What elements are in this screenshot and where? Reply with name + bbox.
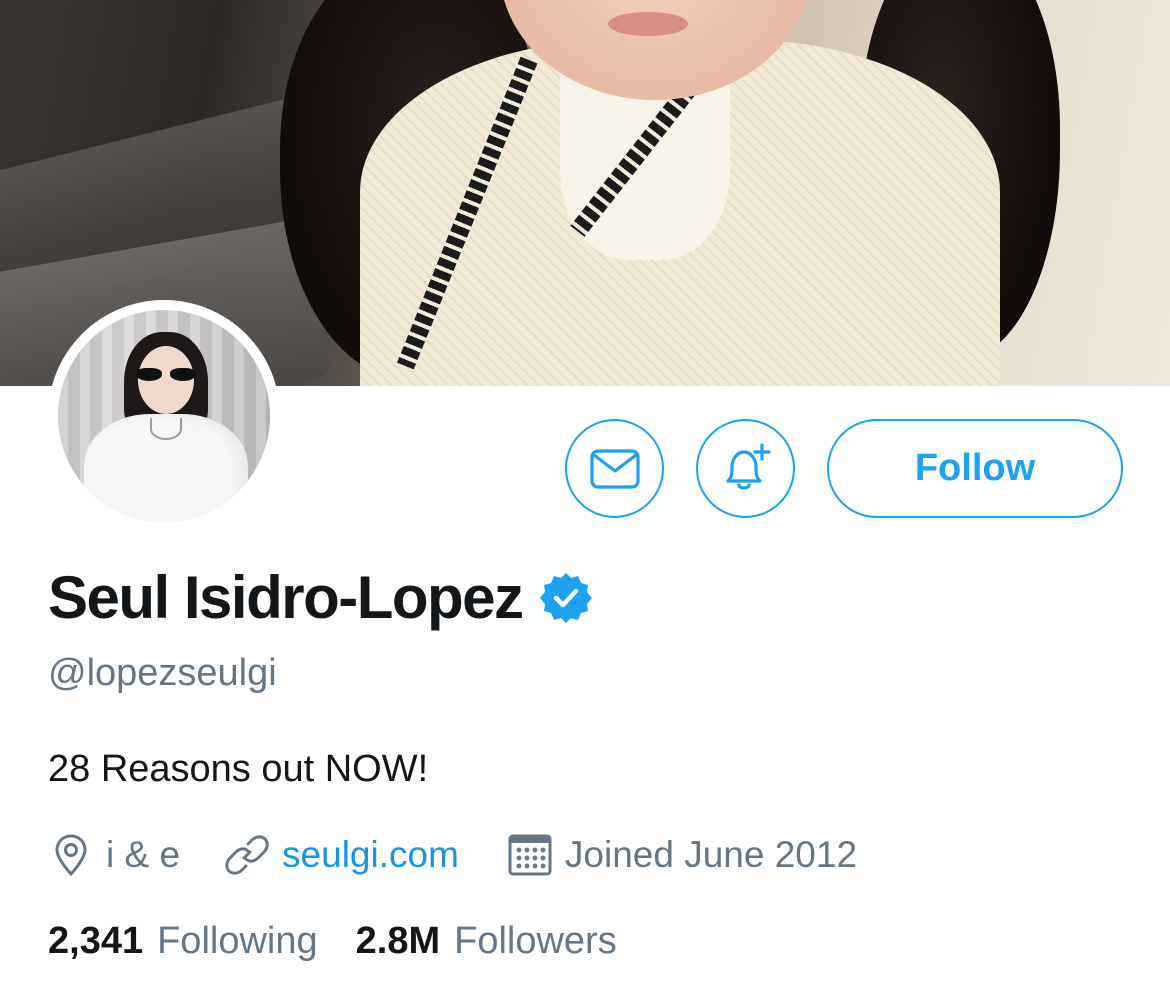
profile-handle: @lopezseulgi [48,652,277,694]
following-count: 2,341 [48,920,144,962]
verified-badge-icon [539,572,592,623]
profile-name-row: Seul Isidro-Lopez [48,563,593,632]
location-text: i & e [106,834,181,875]
envelope-icon [589,448,640,489]
profile-meta: i & e seulgi.com Joined June 2012 [48,827,857,883]
notifications-button[interactable] [696,419,795,518]
followers-label: Followers [454,920,617,962]
joined-item: Joined June 2012 [507,832,857,878]
profile-stats: 2,341 Following 2.8M Followers [48,920,617,963]
profile-bio: 28 Reasons out NOW! [48,748,429,790]
followers-count: 2.8M [355,920,441,962]
website-item[interactable]: seulgi.com [224,832,459,878]
following-stat[interactable]: 2,341 Following [48,920,318,963]
location-pin-icon [55,834,87,877]
display-name: Seul Isidro-Lopez [48,564,524,631]
avatar-necklace [150,418,182,440]
avatar-photo [58,310,270,522]
profile-avatar[interactable] [48,300,280,532]
banner-lips [608,12,688,36]
location-item: i & e [48,832,180,878]
followers-stat[interactable]: 2.8M Followers [356,920,617,963]
message-button[interactable] [565,419,664,518]
calendar-icon [508,834,552,876]
joined-date: Joined June 2012 [564,834,858,875]
bell-plus-icon [725,442,771,490]
follow-button[interactable]: Follow [827,419,1123,518]
following-label: Following [157,920,318,962]
avatar-sunglasses [136,368,196,382]
link-icon [225,835,269,875]
website-link[interactable]: seulgi.com [282,834,459,876]
